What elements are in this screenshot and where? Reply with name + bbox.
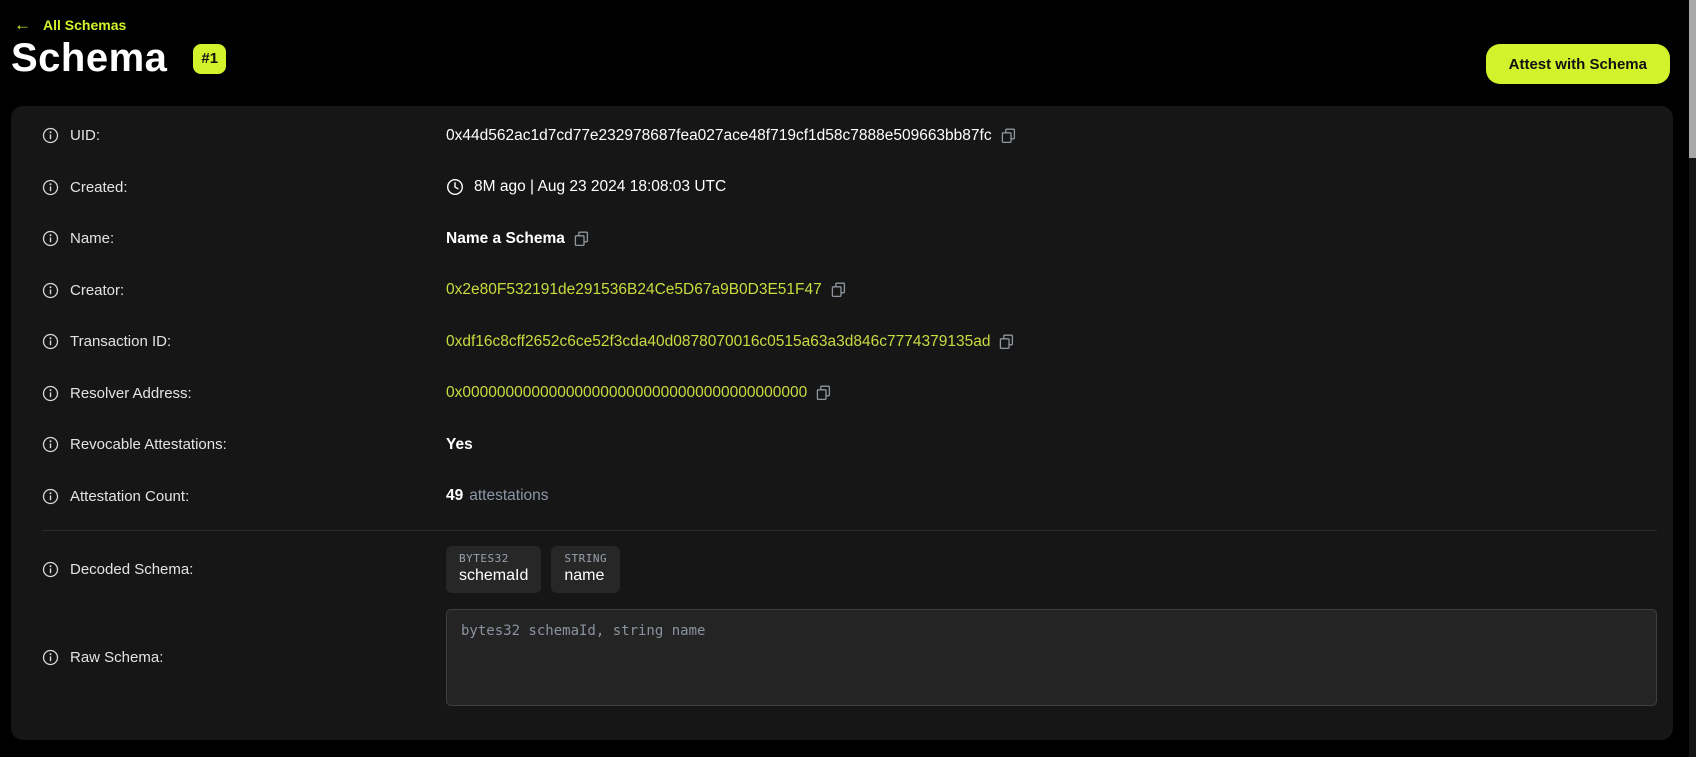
field-name: schemaId <box>459 567 528 585</box>
copy-icon[interactable] <box>831 282 846 298</box>
attestations-link[interactable]: attestations <box>469 487 548 505</box>
row-uid: UID: 0x44d562ac1d7cd77e232978687fea027ac… <box>11 110 1673 162</box>
info-icon <box>42 333 59 350</box>
row-raw-schema: Raw Schema: bytes32 schemaId, string nam… <box>11 609 1673 706</box>
scrollbar-track[interactable] <box>1689 0 1696 757</box>
scrollbar-thumb[interactable] <box>1689 0 1696 158</box>
back-to-all-schemas-link[interactable]: ← All Schemas <box>14 16 126 33</box>
transaction-id-link[interactable]: 0xdf16c8cff2652c6ce52f3cda40d0878070016c… <box>446 333 990 351</box>
name-label-group: Name: <box>42 230 446 247</box>
info-icon <box>42 385 59 402</box>
schema-number-badge: #1 <box>193 44 226 74</box>
info-icon <box>42 179 59 196</box>
divider <box>42 530 1657 531</box>
back-link-label: All Schemas <box>43 17 126 33</box>
row-revocable: Revocable Attestations: Yes <box>11 419 1673 471</box>
info-icon <box>42 436 59 453</box>
page-title: Schema <box>11 36 167 81</box>
info-icon <box>42 230 59 247</box>
copy-icon[interactable] <box>816 385 831 401</box>
raw-schema-label-group: Raw Schema: <box>42 649 446 666</box>
schema-field-chip: STRING name <box>551 546 620 593</box>
row-resolver-address: Resolver Address: 0x00000000000000000000… <box>11 368 1673 420</box>
field-type: STRING <box>564 552 607 565</box>
revocable-value: Yes <box>446 436 473 454</box>
resolver-address-link[interactable]: 0x00000000000000000000000000000000000000… <box>446 384 807 402</box>
copy-icon[interactable] <box>1001 128 1016 144</box>
row-transaction-id: Transaction ID: 0xdf16c8cff2652c6ce52f3c… <box>11 316 1673 368</box>
uid-label: UID: <box>70 127 100 144</box>
row-creator: Creator: 0x2e80F532191de291536B24Ce5D67a… <box>11 265 1673 317</box>
revocable-label-group: Revocable Attestations: <box>42 436 446 453</box>
created-label: Created: <box>70 179 128 196</box>
copy-icon[interactable] <box>574 231 589 247</box>
info-icon <box>42 127 59 144</box>
info-icon <box>42 649 59 666</box>
row-name: Name: Name a Schema <box>11 213 1673 265</box>
schema-field-chip: BYTES32 schemaId <box>446 546 541 593</box>
raw-schema-textarea[interactable]: bytes32 schemaId, string name <box>446 609 1657 706</box>
creator-address-link[interactable]: 0x2e80F532191de291536B24Ce5D67a9B0D3E51F… <box>446 281 822 299</box>
decoded-schema-label: Decoded Schema: <box>70 561 193 578</box>
attestation-count-label: Attestation Count: <box>70 488 189 505</box>
creator-label-group: Creator: <box>42 282 446 299</box>
created-value: 8M ago | Aug 23 2024 18:08:03 UTC <box>474 178 726 196</box>
resolver-label-group: Resolver Address: <box>42 385 446 402</box>
info-icon <box>42 561 59 578</box>
field-type: BYTES32 <box>459 552 528 565</box>
decoded-schema-label-group: Decoded Schema: <box>42 561 446 578</box>
decoded-schema-fields: BYTES32 schemaId STRING name <box>446 546 620 593</box>
transaction-id-label-group: Transaction ID: <box>42 333 446 350</box>
row-created: Created: 8M ago | Aug 23 2024 18:08:03 U… <box>11 162 1673 214</box>
uid-label-group: UID: <box>42 127 446 144</box>
revocable-label: Revocable Attestations: <box>70 436 227 453</box>
field-name: name <box>564 567 607 585</box>
created-label-group: Created: <box>42 179 446 196</box>
info-icon <box>42 282 59 299</box>
title-row: Schema #1 <box>11 36 226 81</box>
raw-schema-label: Raw Schema: <box>70 649 163 666</box>
back-arrow-icon: ← <box>14 16 31 33</box>
resolver-label: Resolver Address: <box>70 385 192 402</box>
attest-with-schema-button[interactable]: Attest with Schema <box>1486 44 1670 84</box>
name-value: Name a Schema <box>446 230 565 248</box>
attestation-count-label-group: Attestation Count: <box>42 488 446 505</box>
transaction-id-label: Transaction ID: <box>70 333 171 350</box>
clock-icon <box>446 178 464 196</box>
attestation-count-value: 49 <box>446 487 463 505</box>
schema-detail-card: UID: 0x44d562ac1d7cd77e232978687fea027ac… <box>11 106 1673 740</box>
uid-value: 0x44d562ac1d7cd77e232978687fea027ace48f7… <box>446 127 992 145</box>
row-attestation-count: Attestation Count: 49 attestations <box>11 471 1673 523</box>
row-decoded-schema: Decoded Schema: BYTES32 schemaId STRING … <box>11 541 1673 597</box>
creator-label: Creator: <box>70 282 124 299</box>
info-icon <box>42 488 59 505</box>
name-label: Name: <box>70 230 114 247</box>
copy-icon[interactable] <box>999 334 1014 350</box>
